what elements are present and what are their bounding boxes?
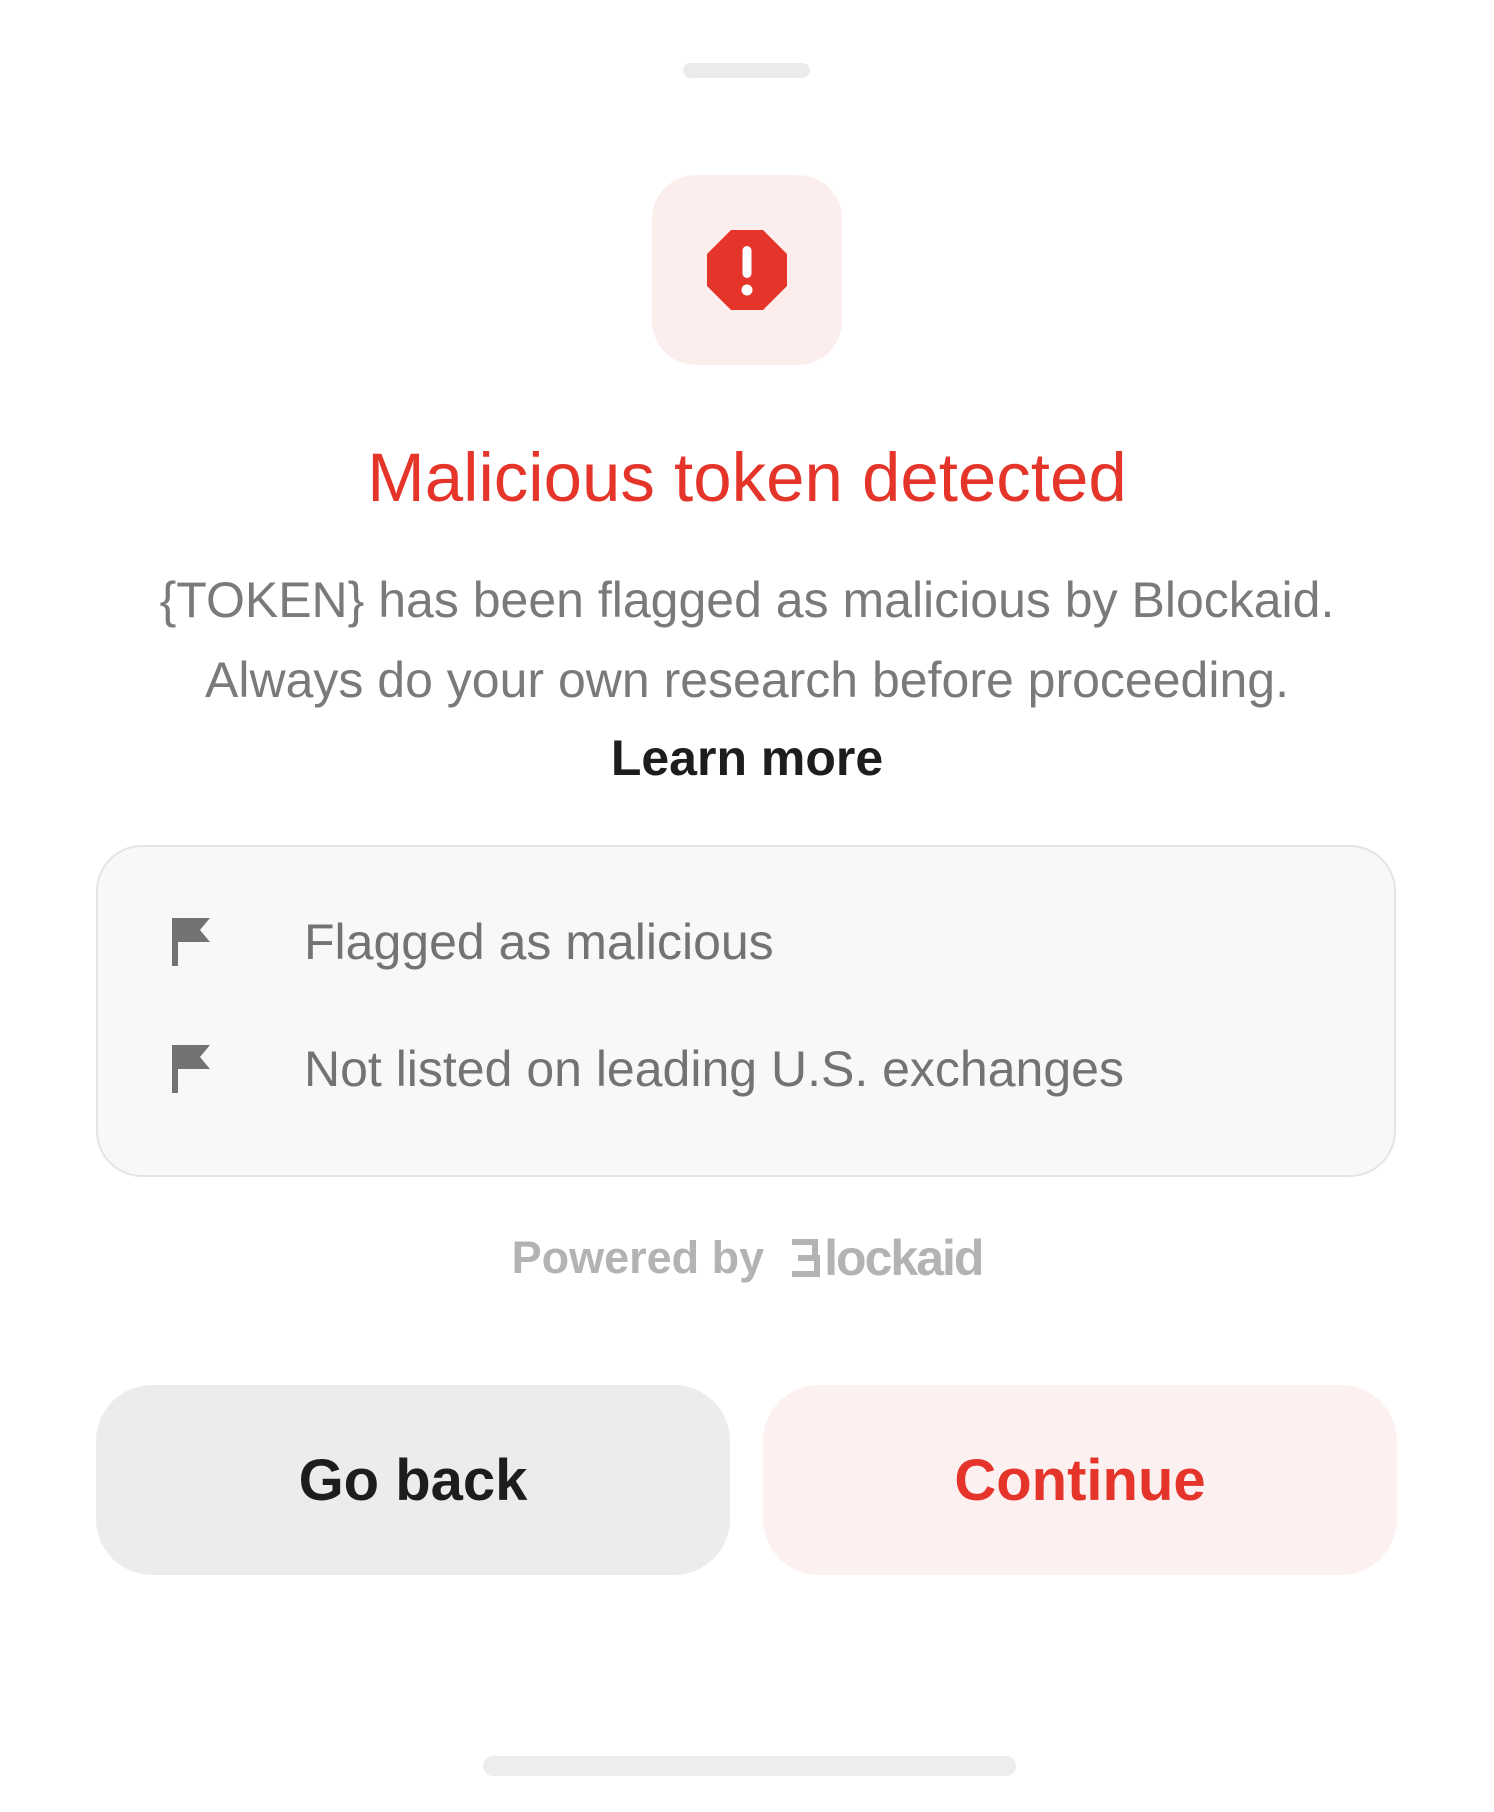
warning-sheet: Malicious token detected {TOKEN} has bee… xyxy=(0,0,1494,1812)
blockaid-logo: lockaid xyxy=(790,1229,984,1287)
sheet-title: Malicious token detected xyxy=(367,439,1127,516)
powered-by-attribution: Powered by lockaid xyxy=(0,1228,1494,1288)
risk-flag-label: Not listed on leading U.S. exchanges xyxy=(304,1041,1124,1097)
home-indicator[interactable] xyxy=(483,1756,1016,1776)
risk-flags-card: Flagged as malicious Not listed on leadi… xyxy=(96,845,1396,1177)
flag-icon xyxy=(172,1045,210,1093)
sheet-description: {TOKEN} has been flagged as malicious by… xyxy=(60,560,1434,720)
continue-button[interactable]: Continue xyxy=(763,1385,1397,1575)
risk-flag-item: Flagged as malicious xyxy=(170,907,774,977)
risk-flag-item: Not listed on leading U.S. exchanges xyxy=(170,1034,1124,1104)
powered-by-label: Powered by xyxy=(511,1232,765,1283)
warning-icon-tile xyxy=(652,175,842,365)
blockaid-b-mark-icon xyxy=(792,1239,821,1277)
sheet-drag-handle[interactable] xyxy=(683,63,810,78)
risk-flag-label: Flagged as malicious xyxy=(304,914,774,970)
description-line: Always do your own research before proce… xyxy=(205,652,1289,708)
octagon-exclamation-icon xyxy=(707,230,787,310)
description-line: {TOKEN} has been flagged as malicious by… xyxy=(159,572,1335,628)
go-back-button[interactable]: Go back xyxy=(96,1385,730,1575)
flag-icon xyxy=(172,918,210,966)
blockaid-wordmark: lockaid xyxy=(824,1230,984,1286)
learn-more-link[interactable]: Learn more xyxy=(0,720,1494,796)
